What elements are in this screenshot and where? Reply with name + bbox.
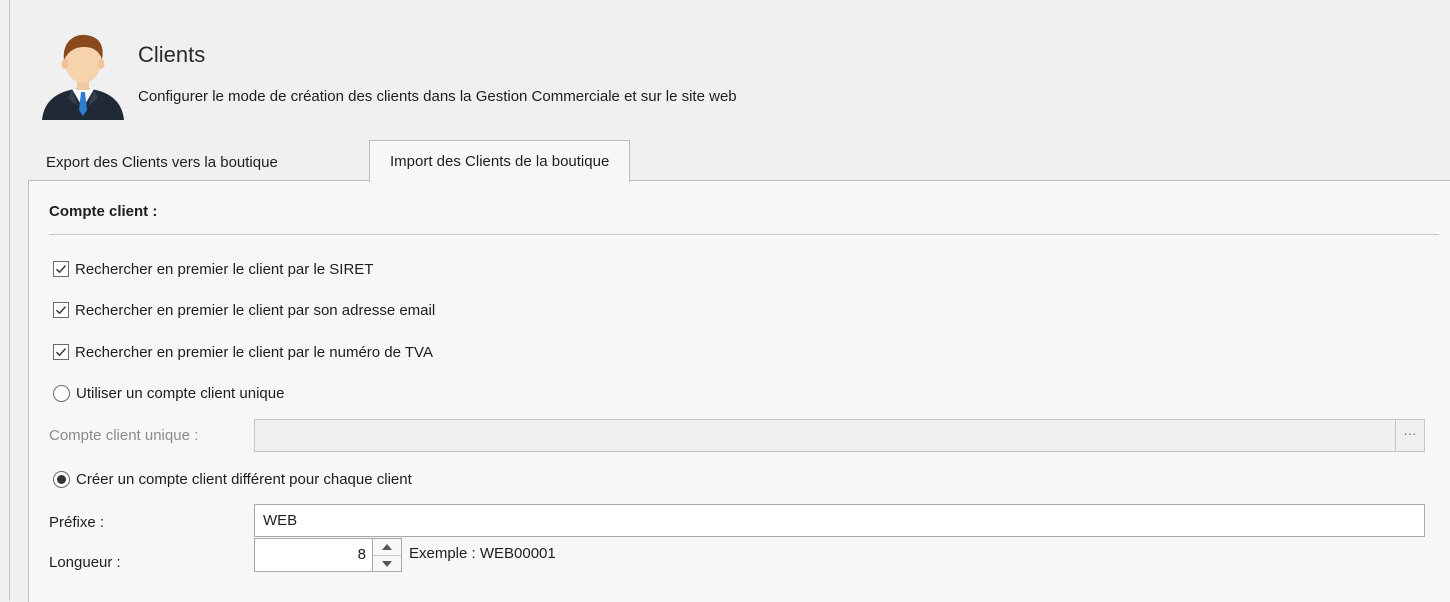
checkmark-icon bbox=[55, 265, 67, 274]
email-label: Rechercher en premier le client par son … bbox=[75, 301, 436, 319]
compte-different-radio-label: Créer un compte client différent pour ch… bbox=[76, 470, 412, 488]
page-title: Clients bbox=[138, 42, 206, 67]
section-title-compte-client: Compte client : bbox=[49, 203, 158, 220]
tab-import-clients[interactable]: Import des Clients de la boutique bbox=[369, 140, 631, 182]
compte-unique-label: Compte client unique : bbox=[49, 427, 199, 444]
window-left-border bbox=[9, 0, 10, 601]
option-email[interactable]: Rechercher en premier le client par son … bbox=[53, 299, 435, 321]
option-compte-unique[interactable]: Utiliser un compte client unique bbox=[53, 382, 284, 404]
compte-different-radio[interactable] bbox=[53, 470, 70, 488]
compte-unique-radio[interactable] bbox=[53, 384, 70, 402]
page-subtitle: Configurer le mode de création des clien… bbox=[138, 88, 737, 105]
checkmark-icon bbox=[55, 306, 67, 315]
page-header: Clients Configurer le mode de création d… bbox=[38, 28, 1238, 123]
radio-selected-dot bbox=[57, 474, 66, 484]
spin-up-button[interactable] bbox=[373, 539, 401, 555]
longueur-spinner bbox=[373, 538, 402, 572]
tab-strip: Export des Clients vers la boutique Impo… bbox=[28, 140, 1450, 182]
section-divider bbox=[49, 234, 1439, 235]
siret-label: Rechercher en premier le client par le S… bbox=[75, 260, 374, 278]
email-checkbox[interactable] bbox=[53, 302, 69, 318]
arrow-down-icon bbox=[382, 561, 392, 567]
siret-checkbox[interactable] bbox=[53, 261, 69, 277]
option-tva[interactable]: Rechercher en premier le client par le n… bbox=[53, 341, 433, 363]
spin-down-button[interactable] bbox=[373, 555, 401, 572]
prefixe-label: Préfixe : bbox=[49, 514, 105, 531]
tab-export-clients[interactable]: Export des Clients vers la boutique bbox=[46, 144, 278, 181]
longueur-input[interactable]: 8 bbox=[254, 538, 373, 572]
tva-checkbox[interactable] bbox=[53, 344, 69, 360]
longueur-example: Exemple : WEB00001 bbox=[409, 545, 556, 562]
compte-unique-field[interactable]: ··· bbox=[254, 419, 1425, 452]
checkmark-icon bbox=[55, 348, 67, 357]
tva-label: Rechercher en premier le client par le n… bbox=[75, 343, 433, 361]
browse-button[interactable]: ··· bbox=[1395, 420, 1424, 451]
option-siret[interactable]: Rechercher en premier le client par le S… bbox=[53, 258, 373, 280]
compte-unique-radio-label: Utiliser un compte client unique bbox=[76, 384, 285, 402]
prefixe-input[interactable]: WEB bbox=[254, 504, 1425, 537]
option-compte-different[interactable]: Créer un compte client différent pour ch… bbox=[53, 468, 412, 490]
longueur-label: Longueur : bbox=[49, 554, 121, 571]
arrow-up-icon bbox=[382, 544, 392, 550]
import-clients-panel: Compte client : Rechercher en premier le… bbox=[28, 180, 1450, 602]
client-user-icon bbox=[42, 34, 124, 120]
